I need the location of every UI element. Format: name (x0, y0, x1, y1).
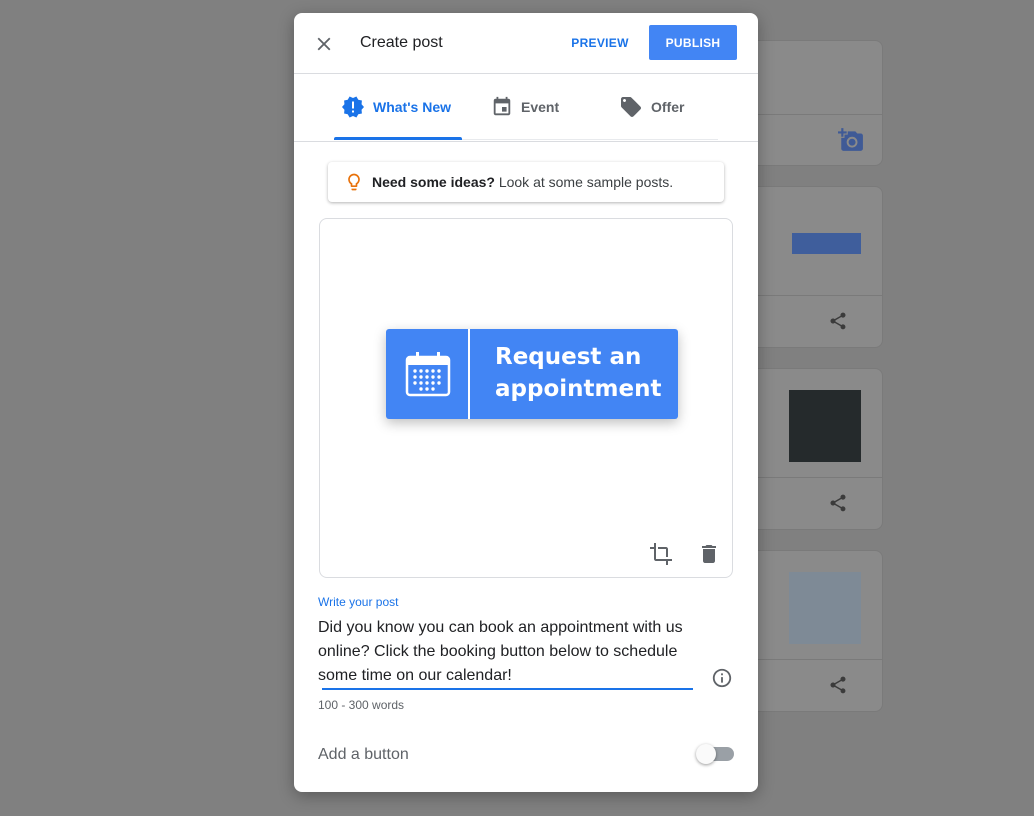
background-card-4 (756, 550, 883, 712)
info-button[interactable] (711, 667, 733, 689)
post-type-tabs: What's New Event Offer (294, 74, 758, 142)
close-button[interactable] (313, 33, 335, 55)
image-divider (468, 329, 470, 419)
share-icon (830, 494, 846, 512)
request-appointment-text: Request an appointment (495, 344, 662, 402)
delete-image-button[interactable] (697, 542, 721, 566)
create-post-dialog: Create post PREVIEW PUBLISH What's New E… (294, 13, 758, 792)
lightbulb-icon (348, 173, 360, 191)
sample-posts-bold: Need some ideas? (372, 174, 495, 190)
sample-posts-banner[interactable]: Need some ideas? Look at some sample pos… (328, 162, 724, 202)
tab-label: Offer (651, 99, 685, 115)
thumbnail-photo (789, 390, 861, 462)
trash-icon (702, 545, 716, 563)
crop-button[interactable] (649, 542, 673, 566)
active-tab-indicator (334, 137, 462, 140)
dialog-header: Create post PREVIEW PUBLISH (294, 13, 758, 74)
share-icon (830, 676, 846, 694)
thumbnail-screenshot (789, 572, 861, 644)
publish-button[interactable]: PUBLISH (649, 25, 737, 60)
close-icon (317, 37, 331, 51)
info-icon (712, 668, 732, 688)
share-icon (830, 312, 846, 330)
tag-icon (621, 97, 641, 117)
request-appointment-image: Request an appointment (386, 329, 678, 419)
tab-event[interactable]: Event (491, 74, 559, 140)
tab-whats-new[interactable]: What's New (341, 74, 451, 140)
word-count-hint: 100 - 300 words (318, 698, 405, 712)
crop-icon (650, 543, 672, 565)
post-textarea[interactable]: Did you know you can book an appointment… (318, 616, 708, 688)
toggle-knob (696, 744, 716, 764)
background-card-3 (756, 368, 883, 530)
post-field-label: Write your post (318, 595, 399, 609)
calendar-icon (405, 352, 451, 397)
dialog-title: Create post (360, 34, 443, 51)
add-photo-icon (838, 128, 863, 151)
preview-button[interactable]: PREVIEW (562, 26, 638, 60)
thumbnail-request-appointment (792, 233, 861, 254)
sample-posts-text: Need some ideas? Look at some sample pos… (372, 174, 673, 190)
background-card-1 (756, 40, 883, 166)
background-card-2 (756, 186, 883, 348)
post-image-area: Request an appointment (319, 218, 733, 578)
tab-offer[interactable]: Offer (619, 74, 684, 140)
post-field-underline (322, 688, 693, 690)
sample-posts-rest: Look at some sample posts. (494, 174, 674, 190)
alert-badge-icon (342, 96, 364, 118)
tab-label: What's New (373, 99, 452, 115)
add-button-label: Add a button (318, 746, 409, 763)
add-button-toggle[interactable] (696, 743, 736, 765)
calendar-icon (493, 96, 511, 116)
tab-label: Event (521, 99, 560, 115)
